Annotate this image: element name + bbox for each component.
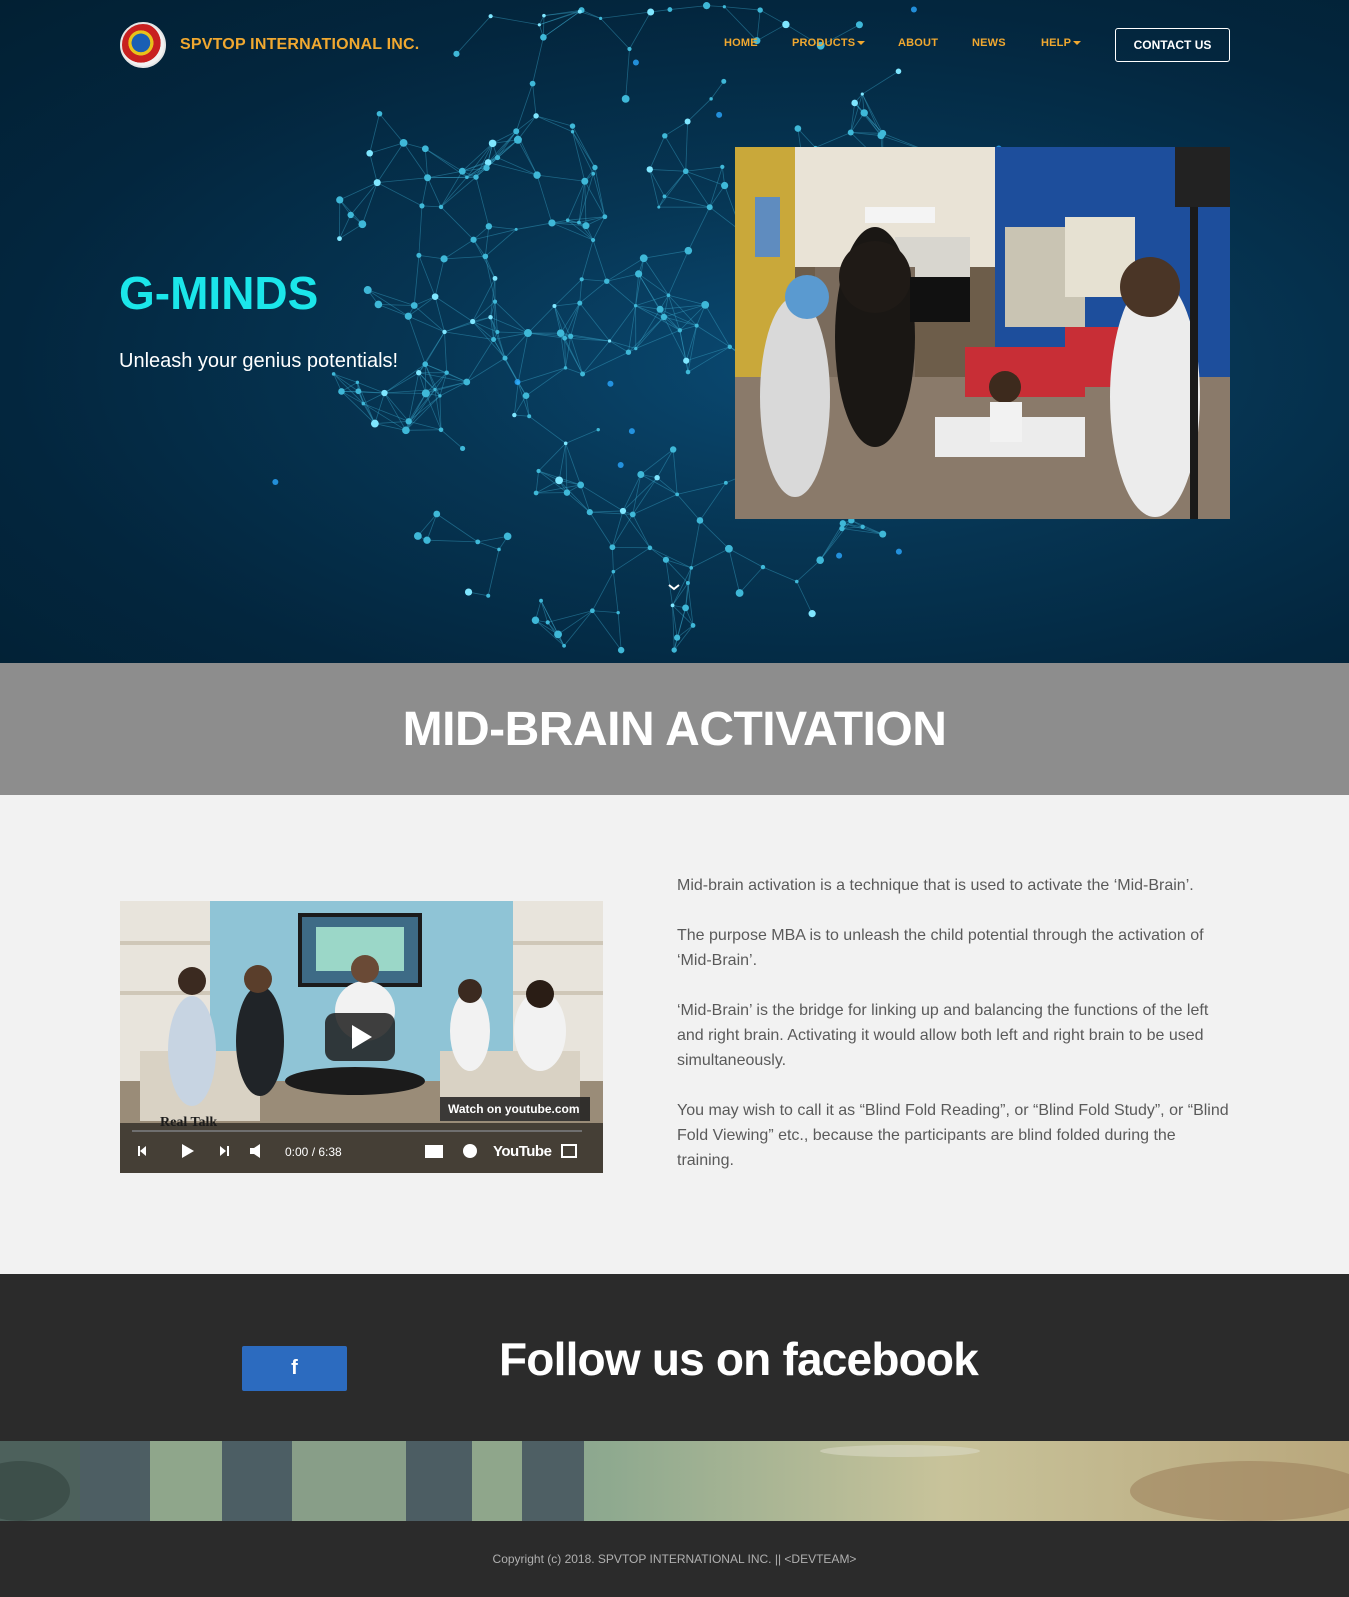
fullscreen-icon[interactable] (560, 1140, 580, 1160)
facebook-button[interactable]: f (242, 1346, 347, 1391)
contact-us-button[interactable]: CONTACT US (1115, 28, 1230, 62)
video-play-button[interactable] (325, 1013, 395, 1061)
classroom-photo (735, 147, 1230, 519)
facebook-heading: Follow us on facebook (499, 1333, 979, 1385)
nav-item-label: PRODUCTS (792, 37, 856, 49)
caret-down-icon (857, 41, 866, 46)
copyright-text: Copyright (c) 2018. SPVTOP INTERNATIONAL… (492, 1552, 857, 1566)
youtube-video-player[interactable]: Real Talk Watch on youtube.com 0:00 / 6:… (120, 901, 603, 1173)
video-sign-text: Real Talk (160, 1115, 218, 1130)
play-icon[interactable] (177, 1137, 199, 1159)
volume-icon[interactable] (247, 1137, 265, 1159)
watch-on-youtube-link[interactable]: Watch on youtube.com (448, 1102, 580, 1116)
paragraph: ‘Mid-Brain’ is the bridge for linking up… (677, 1002, 1209, 1069)
chevron-down-icon[interactable] (667, 582, 681, 592)
previous-icon[interactable] (135, 1137, 153, 1159)
youtube-logo[interactable]: YouTube (493, 1143, 552, 1160)
hero-subtitle: Unleash your genius potentials! (119, 350, 399, 372)
nav-item-about[interactable]: ABOUT (898, 37, 938, 49)
captions-icon[interactable] (423, 1141, 445, 1159)
content-section: Real Talk Watch on youtube.com 0:00 / 6:… (0, 795, 1349, 1274)
facebook-section: f Follow us on facebook (0, 1274, 1349, 1441)
description-text: Mid-brain activation is a technique that… (677, 873, 1237, 1198)
footer: Copyright (c) 2018. SPVTOP INTERNATIONAL… (0, 1521, 1349, 1597)
paragraph: You may wish to call it as “Blind Fold R… (677, 1102, 1229, 1169)
paragraph: The purpose MBA is to unleash the child … (677, 927, 1204, 969)
settings-icon[interactable] (460, 1140, 480, 1160)
caret-down-icon (1073, 41, 1082, 46)
nav-item-news[interactable]: NEWS (972, 37, 1006, 49)
section-title: MID-BRAIN ACTIVATION (402, 702, 947, 756)
paragraph: Mid-brain activation is a technique that… (677, 877, 1194, 894)
video-time: 0:00 / 6:38 (285, 1145, 342, 1159)
classroom-photo-illustration (735, 147, 1230, 519)
landscape-banner (0, 1441, 1349, 1521)
hero-section: SPVTOP INTERNATIONAL INC. HOME PRODUCTS … (0, 0, 1349, 663)
landscape-image (0, 1441, 1349, 1521)
nav-item-label: HELP (1041, 37, 1072, 49)
hero-title: G-MINDS (119, 267, 319, 319)
nav-item-help[interactable]: HELP (1041, 37, 1082, 49)
nav-item-home[interactable]: HOME (724, 37, 758, 49)
nav-item-products[interactable]: PRODUCTS (792, 37, 866, 49)
next-icon[interactable] (217, 1137, 235, 1159)
section-title-bar: MID-BRAIN ACTIVATION (0, 663, 1349, 795)
facebook-icon: f (291, 1357, 298, 1379)
